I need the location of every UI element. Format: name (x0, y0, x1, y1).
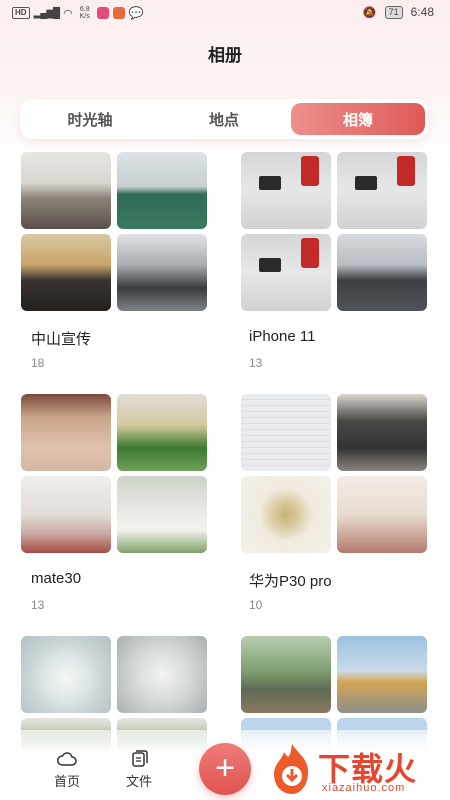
photo-thumbnail (241, 152, 331, 229)
photo-thumbnail (337, 152, 427, 229)
album-count: 10 (249, 598, 263, 612)
status-bar: HD ▂▄▆█ ◠ 6.8 K/s 💬 🔕 71 6:48 (0, 0, 450, 26)
mute-icon: 🔕 (362, 6, 377, 19)
photo-thumbnail (241, 234, 331, 311)
photo-thumbnail (21, 394, 111, 471)
album-cover-grid (21, 152, 209, 311)
app-notification-icon (112, 7, 125, 19)
photo-thumbnail (241, 476, 331, 553)
photo-thumbnail (337, 476, 427, 553)
wifi-icon: ◠ (63, 7, 73, 20)
nav-files[interactable]: 文件 (114, 750, 164, 790)
photo-thumbnail (241, 636, 331, 713)
signal-icon: ▂▄▆█ (33, 7, 61, 19)
photo-thumbnail (117, 636, 207, 713)
watermark-logo: 下载火 xiazaihuo.com (268, 742, 448, 798)
tab-places[interactable]: 地点 (157, 103, 291, 135)
clock: 6:48 (410, 5, 434, 19)
page-title: 相册 (208, 46, 242, 65)
nav-home-label: 首页 (53, 774, 80, 789)
tab-timeline[interactable]: 时光轴 (23, 103, 157, 135)
cloud-icon (57, 752, 77, 766)
photo-thumbnail (21, 636, 111, 713)
message-icon: 💬 (128, 6, 144, 20)
photo-thumbnail (337, 636, 427, 713)
album-name: 华为P30 pro (249, 573, 332, 590)
photo-thumbnail (21, 476, 111, 553)
photo-thumbnail (337, 394, 427, 471)
battery-indicator: 71 (384, 5, 403, 19)
add-button[interactable]: + (199, 743, 251, 795)
photo-thumbnail (117, 234, 207, 311)
album-name: iPhone 11 (249, 328, 316, 345)
status-left: HD ▂▄▆█ ◠ 6.8 K/s 💬 (12, 6, 144, 20)
nav-home[interactable]: 首页 (42, 750, 92, 790)
album-name: 中山宣传 (31, 331, 92, 348)
album-cover-grid (21, 394, 209, 553)
network-speed-value: 6.8 (79, 6, 90, 13)
album-count: 18 (31, 356, 45, 370)
photo-thumbnail (21, 234, 111, 311)
photo-thumbnail (117, 476, 207, 553)
nav-files-label: 文件 (125, 774, 152, 789)
photo-thumbnail (241, 394, 331, 471)
network-speed-unit: K/s (79, 13, 90, 20)
album-cover-grid (241, 152, 429, 311)
album-count: 13 (31, 598, 45, 612)
album-card[interactable] (21, 152, 209, 311)
hd-indicator: HD (12, 7, 30, 19)
photo-thumbnail (117, 394, 207, 471)
album-count: 13 (249, 356, 263, 370)
network-speed: 6.8 K/s (77, 6, 93, 20)
file-icon (132, 750, 148, 767)
album-cover-grid (241, 394, 429, 553)
photo-thumbnail (21, 152, 111, 229)
photo-thumbnail (117, 152, 207, 229)
app-notification-icon (96, 7, 109, 19)
flame-logo-icon (274, 744, 308, 794)
album-card[interactable] (241, 152, 429, 311)
tab-bar: 时光轴 地点 相簿 (20, 99, 428, 139)
photo-thumbnail (337, 234, 427, 311)
tab-albums[interactable]: 相簿 (291, 103, 425, 135)
album-card[interactable] (21, 394, 209, 553)
status-right: 🔕 71 6:48 (363, 5, 434, 19)
watermark-url: xiazaihuo.com (322, 782, 406, 794)
album-name: mate30 (31, 570, 82, 587)
album-card[interactable] (241, 394, 429, 553)
